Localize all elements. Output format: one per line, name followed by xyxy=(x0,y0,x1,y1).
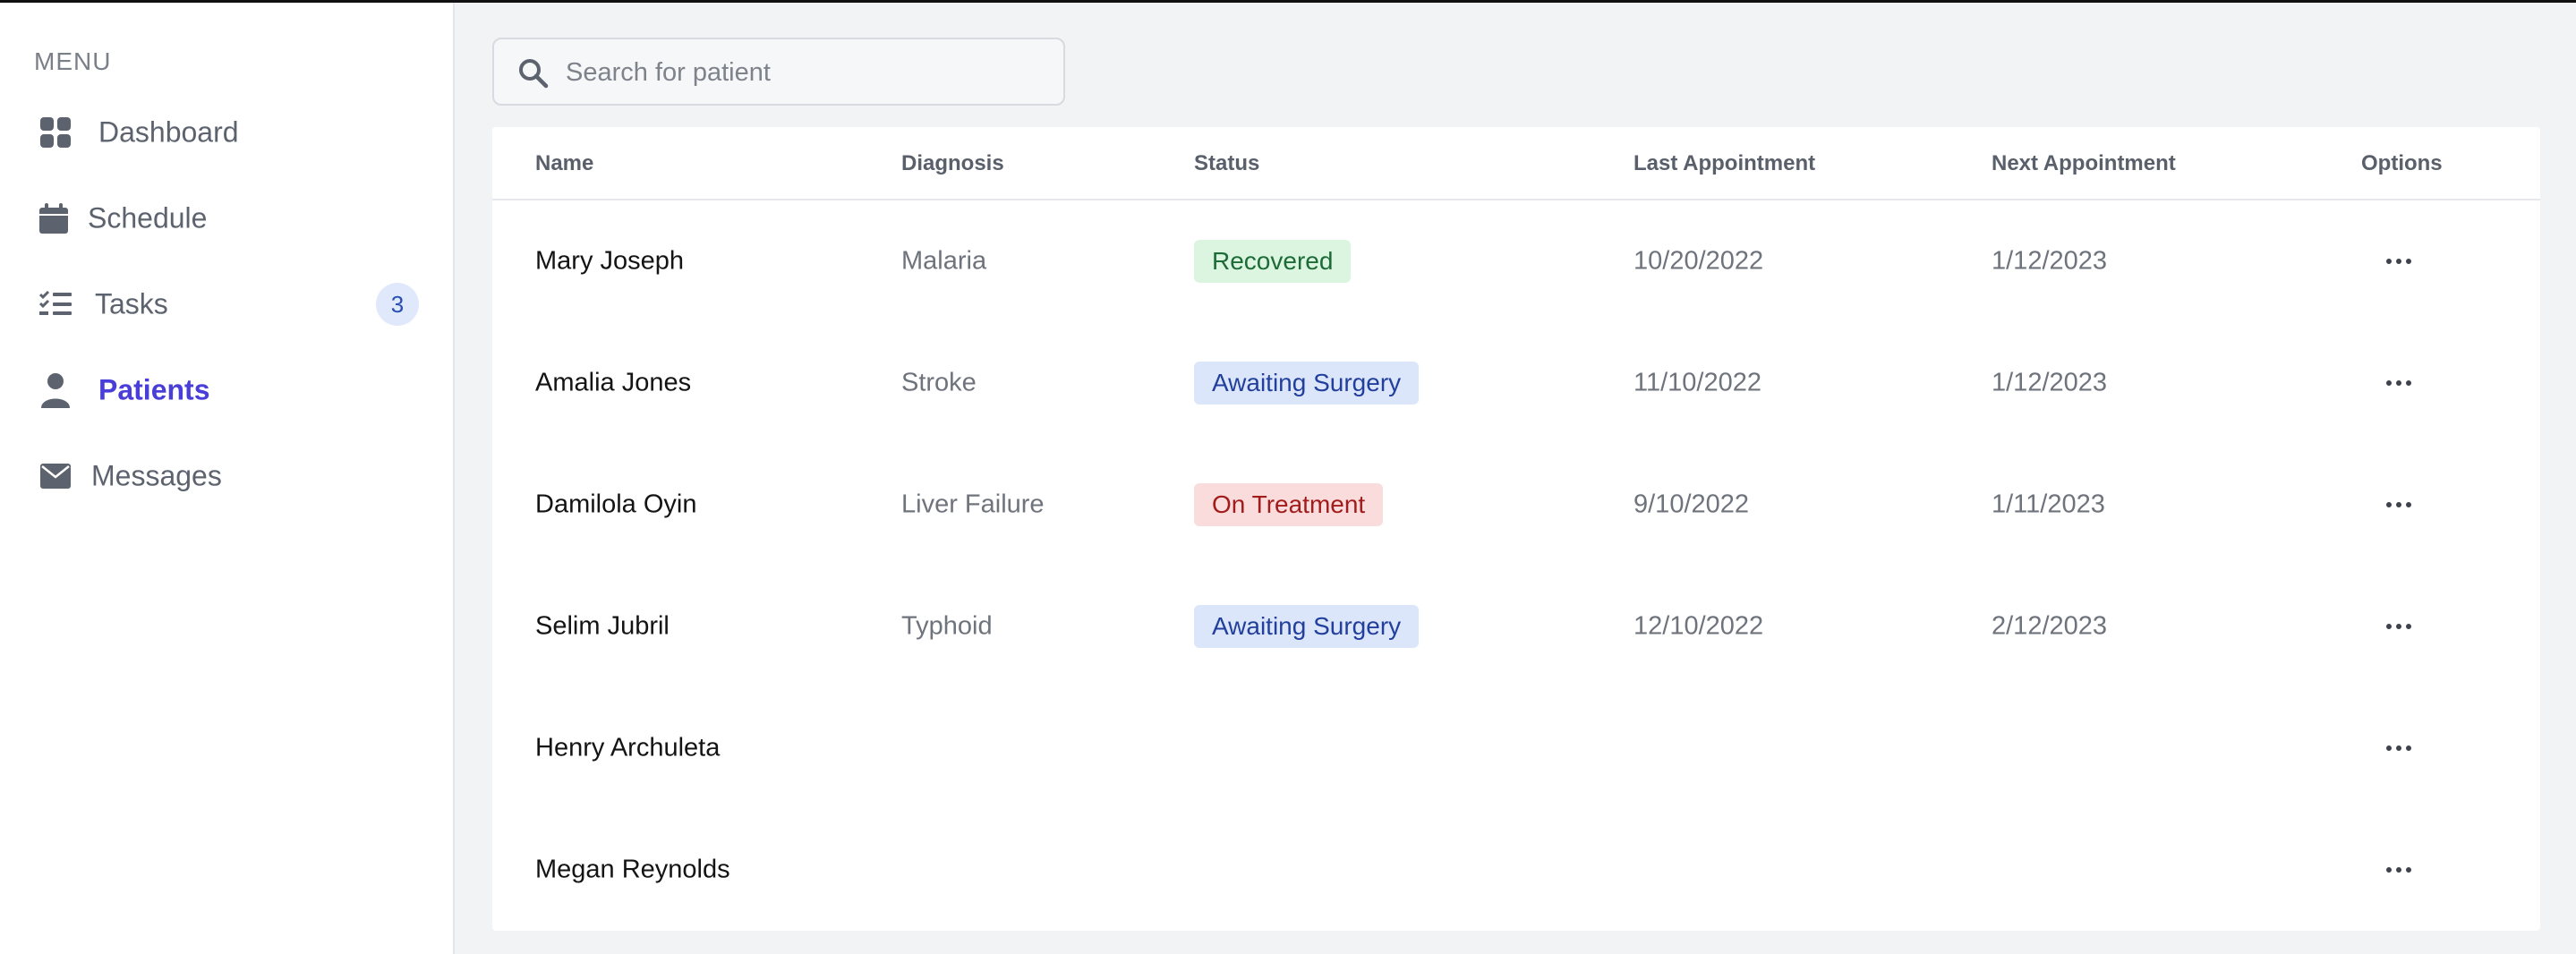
calendar-icon xyxy=(38,202,70,234)
table-row[interactable]: Megan Reynolds xyxy=(492,809,2540,931)
more-options-icon[interactable] xyxy=(2376,245,2422,277)
column-header-next-appointment[interactable]: Next Appointment xyxy=(1992,151,2176,176)
sidebar-item-dashboard[interactable]: Dashboard xyxy=(0,97,453,168)
person-icon xyxy=(39,373,72,408)
last-appointment: 9/10/2022 xyxy=(1633,490,1750,519)
sidebar-item-patients[interactable]: Patients xyxy=(0,354,453,426)
diagnosis: Malaria xyxy=(901,246,987,276)
table-row[interactable]: Damilola Oyin Liver Failure On Treatment… xyxy=(492,444,2540,566)
next-appointment: 2/12/2023 xyxy=(1992,611,2108,641)
search-icon xyxy=(517,57,550,89)
envelope-icon xyxy=(39,460,72,492)
patients-table: Name Diagnosis Status Last Appointment N… xyxy=(492,127,2540,931)
table-row[interactable]: Mary Joseph Malaria Recovered 10/20/2022… xyxy=(492,200,2540,322)
column-header-diagnosis[interactable]: Diagnosis xyxy=(901,151,1004,176)
sidebar-item-label: Messages xyxy=(91,459,222,492)
last-appointment: 10/20/2022 xyxy=(1633,246,1764,276)
grid-icon xyxy=(39,116,72,149)
table-header: Name Diagnosis Status Last Appointment N… xyxy=(492,127,2540,200)
more-options-icon[interactable] xyxy=(2376,732,2422,764)
status-badge: Recovered xyxy=(1194,240,1352,283)
next-appointment: 1/12/2023 xyxy=(1992,246,2108,276)
diagnosis: Liver Failure xyxy=(901,490,1045,519)
patient-name[interactable]: Megan Reynolds xyxy=(535,856,730,885)
patient-name[interactable]: Selim Jubril xyxy=(535,612,670,642)
diagnosis: Typhoid xyxy=(901,611,993,641)
patient-name[interactable]: Damilola Oyin xyxy=(535,490,697,520)
sidebar-item-schedule[interactable]: Schedule xyxy=(0,183,453,254)
more-options-icon[interactable] xyxy=(2376,854,2422,886)
patient-name[interactable]: Mary Joseph xyxy=(535,247,684,277)
table-row[interactable]: Amalia Jones Stroke Awaiting Surgery 11/… xyxy=(492,322,2540,444)
more-options-icon[interactable] xyxy=(2376,610,2422,643)
diagnosis: Stroke xyxy=(901,368,977,397)
status-badge: On Treatment xyxy=(1194,483,1384,526)
column-header-status[interactable]: Status xyxy=(1194,151,1259,176)
sidebar-item-label: Patients xyxy=(98,373,210,406)
status-badge: Awaiting Surgery xyxy=(1194,605,1420,648)
column-header-name[interactable]: Name xyxy=(535,151,593,176)
sidebar-item-tasks[interactable]: Tasks 3 xyxy=(0,268,453,340)
checklist-icon xyxy=(39,288,72,320)
sidebar-item-label: Dashboard xyxy=(98,115,239,149)
sidebar: MENU Dashboard Schedule Tasks 3 Patients… xyxy=(0,3,455,954)
more-options-icon[interactable] xyxy=(2376,489,2422,521)
status-badge: Awaiting Surgery xyxy=(1194,362,1420,405)
table-row[interactable]: Selim Jubril Typhoid Awaiting Surgery 12… xyxy=(492,566,2540,687)
sidebar-item-messages[interactable]: Messages xyxy=(0,440,453,512)
last-appointment: 12/10/2022 xyxy=(1633,611,1764,641)
column-header-options: Options xyxy=(2361,151,2443,175)
patient-name[interactable]: Amalia Jones xyxy=(535,369,691,398)
next-appointment: 1/11/2023 xyxy=(1992,490,2105,519)
sidebar-item-label: Tasks xyxy=(95,287,168,320)
search-bar[interactable] xyxy=(492,38,1065,106)
sidebar-item-label: Schedule xyxy=(88,201,208,234)
search-input[interactable] xyxy=(566,52,1049,93)
table-row[interactable]: Henry Archuleta xyxy=(492,687,2540,809)
patient-name[interactable]: Henry Archuleta xyxy=(535,734,720,763)
column-header-last-appointment[interactable]: Last Appointment xyxy=(1633,151,1815,176)
next-appointment: 1/12/2023 xyxy=(1992,368,2108,397)
last-appointment: 11/10/2022 xyxy=(1633,368,1761,397)
menu-label: MENU xyxy=(34,47,112,75)
tasks-count-badge: 3 xyxy=(376,283,419,326)
more-options-icon[interactable] xyxy=(2376,367,2422,399)
